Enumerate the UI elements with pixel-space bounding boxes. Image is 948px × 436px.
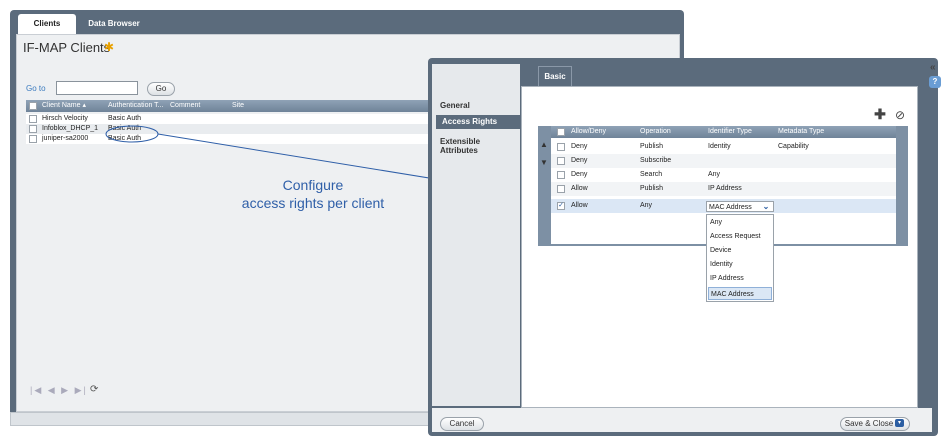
table-row[interactable]: Allow Publish IP Address xyxy=(551,182,896,196)
operation: Publish xyxy=(640,143,663,150)
help-icon[interactable]: ? xyxy=(929,76,941,88)
col-operation[interactable]: Operation xyxy=(640,126,671,138)
dropdown-option-selected[interactable]: MAC Address xyxy=(708,287,772,300)
allow-deny: Allow xyxy=(571,202,588,209)
operation: Publish xyxy=(640,185,663,192)
nav-general[interactable]: General xyxy=(440,101,470,110)
table-row[interactable]: Deny Publish Identity Capability xyxy=(551,140,896,154)
annotation-text: Configure access rights per client xyxy=(218,176,408,212)
col-allow-deny[interactable]: Allow/Deny xyxy=(571,126,606,138)
move-down-icon[interactable]: ▼ xyxy=(540,158,548,167)
row-checkbox-checked[interactable]: ✓ xyxy=(557,202,565,210)
row-checkbox[interactable] xyxy=(557,143,565,151)
operation: Subscribe xyxy=(640,157,672,164)
add-icon[interactable]: ✚ xyxy=(873,107,887,122)
nav-access-rights[interactable]: Access Rights xyxy=(436,115,520,129)
table-row[interactable]: Deny Subscribe xyxy=(551,154,896,168)
annotation-line-1: Configure xyxy=(282,177,344,193)
rights-grid-header: Allow/Deny Operation Identifier Type Met… xyxy=(551,126,896,138)
row-checkbox[interactable] xyxy=(557,185,565,193)
annotation-line-2: access rights per client xyxy=(241,195,385,211)
allow-deny: Allow xyxy=(571,185,588,192)
operation: Any xyxy=(640,202,653,209)
dropdown-option[interactable]: Identity xyxy=(708,258,772,271)
allow-deny: Deny xyxy=(571,143,588,150)
col-metadata-type[interactable]: Metadata Type xyxy=(778,126,824,138)
metadata-type: Capability xyxy=(778,143,809,150)
identifier-type: IP Address xyxy=(708,185,742,192)
nav-attributes-label: Attributes xyxy=(440,146,478,155)
identifier-type: Identity xyxy=(708,143,731,150)
dropdown-option[interactable]: Device xyxy=(708,244,772,257)
nav-extensible-label: Extensible xyxy=(440,137,481,146)
operation: Search xyxy=(640,171,663,178)
dropdown-option[interactable]: Any xyxy=(708,216,772,229)
col-identifier-type[interactable]: Identifier Type xyxy=(708,126,752,138)
allow-deny: Deny xyxy=(571,171,588,178)
collapse-icon[interactable]: « xyxy=(930,62,936,73)
chevron-down-icon[interactable]: ⌄ xyxy=(759,201,773,212)
nav-extensible-attributes[interactable]: Extensible Attributes xyxy=(440,137,480,155)
delete-icon[interactable]: ⊘ xyxy=(893,108,907,122)
identifier-type: Any xyxy=(708,171,721,178)
dropdown-option[interactable]: Access Request xyxy=(708,230,772,243)
save-close-label: Save & Close xyxy=(844,419,894,428)
tab-basic[interactable]: Basic xyxy=(538,66,572,86)
allow-deny: Deny xyxy=(571,157,588,164)
annotation-ellipse xyxy=(105,125,159,143)
table-row[interactable]: Deny Search Any xyxy=(551,168,896,182)
move-up-icon[interactable]: ▲ xyxy=(540,140,548,149)
row-checkbox[interactable] xyxy=(557,171,565,179)
dropdown-option[interactable]: IP Address xyxy=(708,272,772,285)
select-all-rights-checkbox[interactable] xyxy=(557,128,565,136)
row-checkbox[interactable] xyxy=(557,157,565,165)
cancel-button[interactable]: Cancel xyxy=(440,417,484,431)
save-options-chevron-icon[interactable]: ▾ xyxy=(895,419,904,427)
